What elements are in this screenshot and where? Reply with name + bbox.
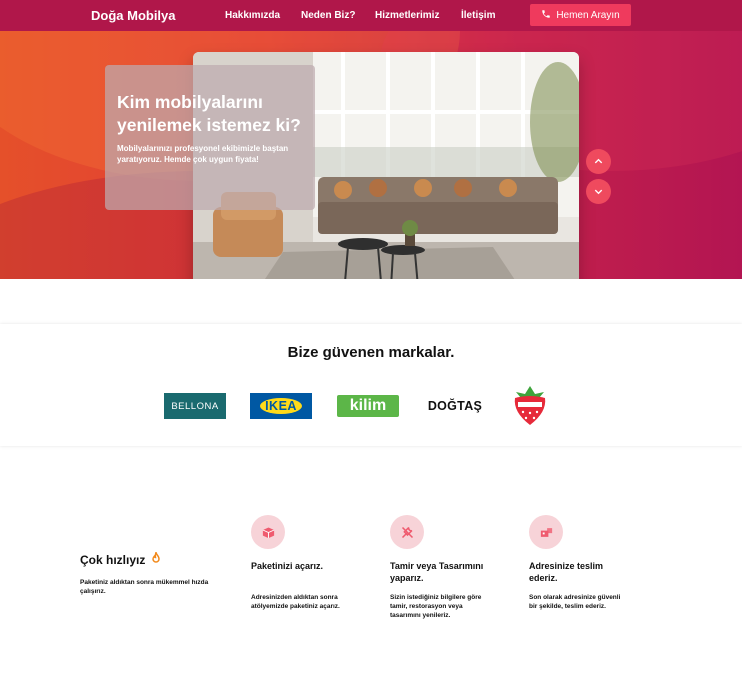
ikea-logo: IKEA [250,393,312,419]
hero-title: Kim mobilyalarını yenilemek istemez ki? [117,92,301,135]
box-icon [251,515,285,549]
step-text: Son olarak adresinize güvenli bir şekild… [529,594,621,610]
ikea-logo-text: IKEA [260,398,302,414]
step-title: Tamir veya Tasarımını yaparız. [390,561,484,583]
top-navbar: Doğa Mobilya Hakkımızda Neden Biz? Hizme… [0,0,742,31]
chevron-down-icon [594,189,603,195]
step-text: Adresinizden aldıktan sonra atölyemizde … [251,594,340,610]
features-title: Çok hızlıyız [80,553,146,567]
nav-link-iletisim[interactable]: İletişim [461,10,495,21]
dogtas-logo: DOĞTAŞ [427,399,483,413]
phone-icon [541,9,551,22]
trusted-brands-section: Bize güvenen markalar. BELLONA IKEA kili… [0,324,742,446]
delivery-icon [529,515,563,549]
tools-icon [390,515,424,549]
bellona-logo: BELLONA [164,393,226,419]
kilim-logo: kilim [337,395,399,417]
fire-icon [150,549,162,568]
slider-down-button[interactable] [586,179,611,204]
brands-title: Bize güvenen markalar. [287,344,455,361]
nav-link-hakkimizda[interactable]: Hakkımızda [225,10,280,21]
hero-text-card: Kim mobilyalarını yenilemek istemez ki? … [105,65,315,210]
features-heading: Çok hızlıyız [80,549,162,568]
chevron-up-icon [594,158,603,164]
call-now-button[interactable]: Hemen Arayın [530,4,631,26]
step-title: Paketinizi açarız. [251,561,324,571]
brand-logo[interactable]: Doğa Mobilya [91,8,176,23]
features-subtitle: Paketiniz aldıktan sonra mükemmel hızda … [80,579,209,595]
nav-link-neden-biz[interactable]: Neden Biz? [301,10,355,21]
call-now-label: Hemen Arayın [556,9,620,21]
hero-description: Mobilyalarınızı profesyonel ekibimizle b… [117,144,289,164]
hero-section: Kim mobilyalarını yenilemek istemez ki? … [0,31,742,279]
step-title: Adresinize teslim ederiz. [529,561,604,583]
slider-up-button[interactable] [586,149,611,174]
strawberry-logo-icon [511,384,549,426]
step-text: Sizin istediğiniz bilgilere göre tamir, … [390,594,482,619]
nav-link-hizmetlerimiz[interactable]: Hizmetlerimiz [375,10,439,21]
